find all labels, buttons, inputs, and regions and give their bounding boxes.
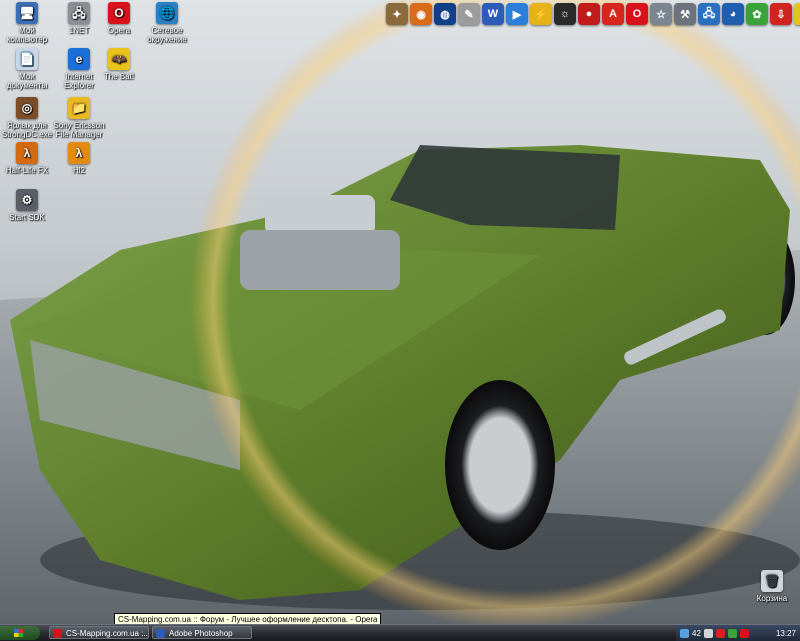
task-label: Adobe Photoshop xyxy=(169,629,233,638)
hl2-icon: λ xyxy=(68,142,90,164)
network-places-icon: 🌐 xyxy=(156,2,178,24)
quick-launch-globe-icon[interactable]: ◕ xyxy=(722,3,744,25)
quick-launch-network-icon[interactable]: 🖧 xyxy=(698,3,720,25)
my-computer-icon: 🖥 xyxy=(16,2,38,24)
system-tray: 42 13:27 xyxy=(676,625,800,641)
quick-launch-pen-icon[interactable]: ✎ xyxy=(458,3,480,25)
shortcut-label: Opera xyxy=(107,26,131,35)
shortcut-label: Half-Life FX xyxy=(5,166,49,175)
shortcut-label: Start SDK xyxy=(9,213,45,222)
opera-tray-icon[interactable] xyxy=(739,628,749,638)
quick-launch-media-player-icon[interactable]: ▶ xyxy=(506,3,528,25)
quick-launch-star-icon[interactable]: ☆ xyxy=(650,3,672,25)
opera-shortcut[interactable]: O Opera xyxy=(92,2,146,35)
shortcut-label: Мои документы xyxy=(6,72,48,90)
my-computer-shortcut[interactable]: 🖥 Мой компьютер xyxy=(0,2,54,44)
half-life-fx-shortcut[interactable]: λ Half-Life FX xyxy=(0,142,54,175)
quick-launch-counter-strike-icon[interactable]: ✦ xyxy=(386,3,408,25)
internet-explorer-icon: e xyxy=(68,48,90,70)
quick-launch-tools-icon[interactable]: ⚒ xyxy=(674,3,696,25)
desktop-wallpaper xyxy=(0,0,800,624)
the-bat-shortcut[interactable]: 🦇 The Bat! xyxy=(92,48,146,81)
clock[interactable]: 13:27 xyxy=(776,629,796,638)
shortcut-label: Мой компьютер xyxy=(6,26,48,44)
start-sdk-icon: ⚙ xyxy=(16,189,38,211)
shortcut-label: Ярлык для StrongDC.exe xyxy=(1,121,53,139)
file-manager-shortcut[interactable]: 📁 Sony Ericsson File Manager xyxy=(52,97,106,139)
quick-launch-flashget-icon[interactable]: ⚡ xyxy=(530,3,552,25)
quick-launch-winamp-icon[interactable]: ☼ xyxy=(554,3,576,25)
task-label: CS-Mapping.com.ua :... xyxy=(66,629,149,638)
my-documents-shortcut[interactable]: 📄 Мои документы xyxy=(0,48,54,90)
quick-launch-nero-icon[interactable]: ● xyxy=(578,3,600,25)
quick-launch-word-icon[interactable]: W xyxy=(482,3,504,25)
start-button[interactable] xyxy=(0,626,40,640)
taskbar: CS-Mapping.com.ua :... Adobe Photoshop 4… xyxy=(0,624,800,641)
trash-icon: 🗑 xyxy=(761,570,783,592)
quick-launch-download-icon[interactable]: ⇩ xyxy=(770,3,792,25)
1net-icon: 🖧 xyxy=(68,2,90,24)
volume-tray-icon[interactable] xyxy=(703,628,713,638)
quick-launch-settings-icon[interactable]: ✧ xyxy=(794,3,800,25)
shortcut-label: Sony Ericsson File Manager xyxy=(53,121,105,139)
shortcut-label: Сетевое окружение xyxy=(147,26,187,44)
strongdc-shortcut[interactable]: ◎ Ярлык для StrongDC.exe xyxy=(0,97,54,139)
quick-launch-icq-icon[interactable]: ✿ xyxy=(746,3,768,25)
shortcut-label: The Bat! xyxy=(103,72,135,81)
start-sdk-shortcut[interactable]: ⚙ Start SDK xyxy=(0,189,54,222)
quick-launch-acrobat-icon[interactable]: A xyxy=(602,3,624,25)
half-life-fx-icon: λ xyxy=(16,142,38,164)
taskbar-opera-button[interactable]: CS-Mapping.com.ua :... xyxy=(49,626,149,639)
my-documents-icon: 📄 xyxy=(16,48,38,70)
quick-launch-firefox-icon[interactable]: ◉ xyxy=(410,3,432,25)
windows-logo-icon xyxy=(14,629,23,637)
taskbar-photoshop-button[interactable]: Adobe Photoshop xyxy=(152,626,252,639)
quick-launch-bar: ✦◉◍✎W▶⚡☼●AO☆⚒🖧◕✿⇩✧ xyxy=(386,2,800,26)
photoshop-icon xyxy=(156,629,165,638)
opera-icon xyxy=(53,629,62,638)
tray-text: 42 xyxy=(692,628,701,638)
recycle-bin-label: Корзина xyxy=(756,594,788,603)
network-places-shortcut[interactable]: 🌐 Сетевое окружение xyxy=(140,2,194,44)
quick-launch-opera-icon[interactable]: O xyxy=(626,3,648,25)
antivirus-tray-icon[interactable] xyxy=(715,628,725,638)
strongdc-icon: ◎ xyxy=(16,97,38,119)
recycle-bin-icon[interactable]: 🗑 Корзина xyxy=(745,570,799,603)
hl2-shortcut[interactable]: λ Hl2 xyxy=(52,142,106,175)
network-tray-icon[interactable] xyxy=(680,628,689,638)
icq-tray-icon[interactable] xyxy=(727,628,737,638)
file-manager-icon: 📁 xyxy=(68,97,90,119)
quick-launch-web-icon[interactable]: ◍ xyxy=(434,3,456,25)
the-bat-icon: 🦇 xyxy=(108,48,130,70)
opera-icon: O xyxy=(108,2,130,24)
shortcut-label: Hl2 xyxy=(72,166,85,175)
